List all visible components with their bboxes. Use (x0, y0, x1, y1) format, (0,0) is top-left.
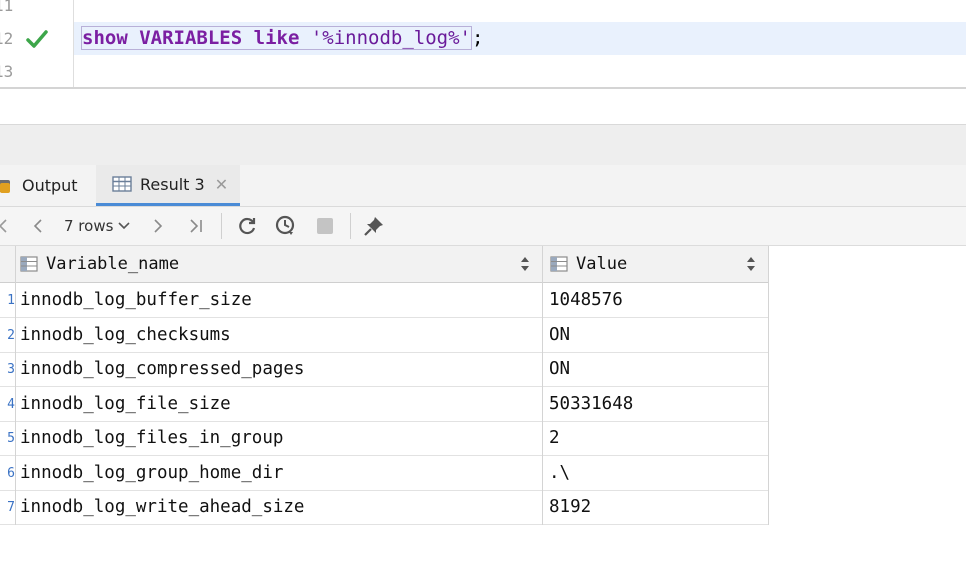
sql-keyword: like (253, 27, 300, 49)
refresh-icon (239, 217, 256, 235)
column-divider (768, 246, 769, 282)
table-row[interactable]: 3 innodb_log_compressed_pages ON (0, 352, 769, 387)
row-number-divider (15, 282, 16, 525)
cell-variable-name[interactable]: innodb_log_group_home_dir (20, 456, 283, 490)
cell-value[interactable]: ON (549, 318, 570, 352)
first-page-icon (0, 219, 7, 233)
grid-header: Variable_name Value (0, 246, 769, 283)
column-divider (768, 282, 769, 525)
cell-value[interactable]: .\ (549, 456, 570, 490)
sql-statement[interactable]: show VARIABLES like '%innodb_log%'; (81, 23, 483, 53)
cell-variable-name[interactable]: innodb_log_file_size (20, 387, 231, 421)
sql-keyword: show (82, 27, 128, 49)
cell-variable-name[interactable]: innodb_log_compressed_pages (20, 352, 304, 386)
statement-box: show VARIABLES like '%innodb_log%' (81, 26, 472, 50)
results-tab-bar: Output Result 3 ✕ (0, 165, 966, 207)
column-icon (20, 256, 38, 272)
next-page-icon (154, 219, 163, 233)
line-number: 13 (0, 62, 14, 81)
success-check-icon (26, 30, 48, 48)
pin-button[interactable] (360, 207, 388, 245)
cell-value[interactable]: ON (549, 352, 570, 386)
table-row[interactable]: 4 innodb_log_file_size 50331648 (0, 387, 769, 422)
editor-empty-space (0, 89, 966, 125)
cell-value[interactable]: 1048576 (549, 283, 623, 317)
table-icon (112, 176, 132, 192)
chevron-down-icon (118, 222, 130, 230)
table-row[interactable]: 2 innodb_log_checksums ON (0, 318, 769, 353)
cell-variable-name[interactable]: innodb_log_write_ahead_size (20, 490, 304, 524)
sql-keyword: VARIABLES (139, 27, 243, 49)
row-number: 2 (7, 327, 15, 343)
row-number: 4 (7, 396, 15, 412)
first-page-button[interactable] (0, 207, 10, 245)
sql-terminator: ; (472, 27, 484, 49)
stop-icon (317, 218, 333, 234)
line-number: 11 (0, 0, 14, 15)
rows-count-label: 7 rows (64, 217, 114, 235)
last-page-icon (190, 219, 202, 233)
row-number: 6 (7, 465, 15, 481)
stop-button[interactable] (312, 207, 338, 245)
column-divider (542, 282, 543, 525)
table-row[interactable]: 1 innodb_log_buffer_size 1048576 (0, 283, 769, 318)
cell-variable-name[interactable]: innodb_log_files_in_group (20, 421, 283, 455)
table-row[interactable]: 6 innodb_log_group_home_dir .\ (0, 456, 769, 491)
cell-variable-name[interactable]: innodb_log_checksums (20, 318, 231, 352)
sort-icon[interactable] (746, 255, 756, 273)
cell-variable-name[interactable]: innodb_log_buffer_size (20, 283, 252, 317)
column-header-label: Value (576, 254, 628, 274)
next-page-button[interactable] (148, 207, 168, 245)
last-page-button[interactable] (184, 207, 208, 245)
sql-editor[interactable]: 11 12 13 show VARIABLES like '%innodb_lo… (0, 0, 966, 89)
sql-string-literal: '%innodb_log%' (310, 27, 471, 49)
rows-count-dropdown[interactable]: 7 rows (64, 207, 130, 245)
column-header-value[interactable]: Value (546, 246, 766, 282)
column-header-variable-name[interactable]: Variable_name (16, 246, 541, 282)
table-row[interactable]: 5 innodb_log_files_in_group 2 (0, 421, 769, 456)
tab-output[interactable]: Output (0, 165, 78, 206)
sort-icon[interactable] (520, 255, 530, 273)
row-number: 3 (7, 361, 15, 377)
pin-icon (364, 217, 383, 236)
toolbar-separator (221, 213, 222, 239)
row-number: 5 (7, 430, 15, 446)
close-icon[interactable]: ✕ (215, 175, 228, 194)
prev-page-button[interactable] (28, 207, 48, 245)
tab-result-3[interactable]: Result 3 ✕ (96, 165, 241, 206)
panel-splitter[interactable] (0, 124, 966, 166)
table-row[interactable]: 7 innodb_log_write_ahead_size 8192 (0, 490, 769, 525)
tab-label: Output (22, 176, 78, 195)
history-icon (275, 215, 295, 236)
row-number: 7 (7, 499, 15, 515)
results-toolbar: 7 rows (0, 207, 966, 246)
column-icon (550, 256, 568, 272)
refresh-button[interactable] (234, 207, 260, 245)
line-number: 12 (0, 29, 14, 48)
column-header-label: Variable_name (46, 254, 180, 274)
output-icon (0, 179, 10, 193)
cell-value[interactable]: 50331648 (549, 387, 633, 421)
row-number: 1 (7, 292, 15, 308)
tab-label: Result 3 (140, 174, 205, 194)
history-button[interactable] (272, 207, 300, 245)
column-divider[interactable] (542, 246, 543, 282)
cell-value[interactable]: 2 (549, 421, 560, 455)
prev-page-icon (33, 219, 42, 233)
toolbar-separator (350, 213, 351, 239)
cell-value[interactable]: 8192 (549, 490, 591, 524)
row-number-header (0, 246, 16, 282)
